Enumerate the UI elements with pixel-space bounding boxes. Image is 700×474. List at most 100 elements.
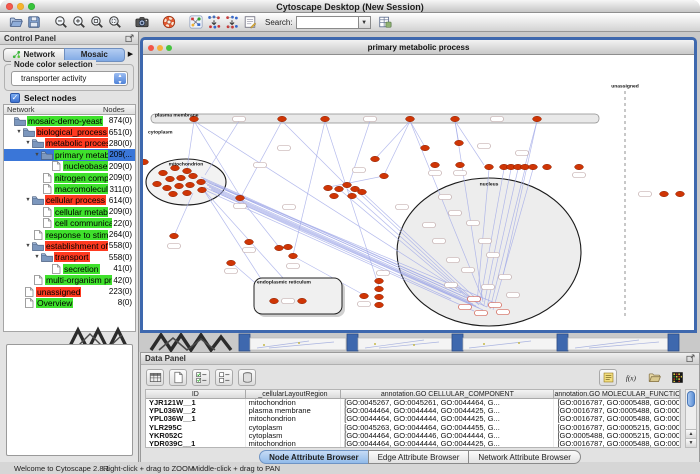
network-node[interactable] [170, 233, 179, 238]
network-node[interactable] [289, 253, 298, 258]
help-lifesaver-icon[interactable] [160, 14, 178, 31]
network-node[interactable] [169, 191, 178, 196]
network-node[interactable] [183, 190, 192, 195]
save-session-icon[interactable] [25, 14, 43, 31]
zoom-in-icon[interactable] [70, 14, 88, 31]
network-node[interactable] [421, 145, 430, 150]
table-row[interactable]: YPL036W__2plasma membrane[GO:0044464, GO… [146, 407, 680, 415]
network-node[interactable] [660, 191, 669, 196]
scroll-up-icon[interactable]: ▲ [686, 429, 696, 438]
tree-column-nodes[interactable]: Nodes [103, 105, 135, 114]
expand-arrow-icon[interactable]: ▼ [15, 129, 23, 135]
tree-item[interactable]: nucleobase-209(0) [4, 161, 135, 172]
network-node[interactable] [278, 116, 287, 121]
close-view-icon[interactable] [148, 45, 154, 51]
expand-arrow-icon[interactable]: ▼ [24, 140, 32, 146]
network-node[interactable] [348, 193, 357, 198]
network-node[interactable] [324, 185, 333, 190]
delete-attribute-icon[interactable] [238, 369, 256, 386]
tree-item[interactable]: ▼primary metabol209(... [4, 149, 135, 160]
snapshot-camera-icon[interactable] [133, 14, 151, 31]
search-dropdown-icon[interactable]: ▼ [358, 16, 371, 29]
network-node[interactable] [330, 193, 339, 198]
network-node[interactable] [298, 298, 307, 303]
import-attributes-icon[interactable] [599, 369, 617, 386]
tree-item[interactable]: ▼cellular process614(0) [4, 195, 135, 206]
tab-node-attribute-browser[interactable]: Node Attribute Browser [259, 450, 369, 464]
network-node[interactable] [375, 294, 384, 299]
column-header[interactable]: ID [146, 390, 246, 399]
layout-alt-tool-icon[interactable] [223, 14, 241, 31]
network-node[interactable] [198, 187, 207, 192]
tree-item[interactable]: ▼metabolic process280(0) [4, 138, 135, 149]
network-canvas[interactable]: plasma membrane cytoplasm mitochondrion … [143, 55, 694, 330]
network-node[interactable] [159, 170, 168, 175]
network-node[interactable] [456, 162, 465, 167]
birds-eye-view[interactable] [6, 344, 133, 456]
new-attribute-icon[interactable] [169, 369, 187, 386]
expand-arrow-icon[interactable]: ▼ [24, 197, 32, 203]
network-node[interactable] [166, 176, 175, 181]
network-node[interactable] [175, 183, 184, 188]
network-node[interactable] [406, 116, 415, 121]
scrollbar-thumb[interactable] [687, 391, 695, 407]
tree-item[interactable]: secretion41(0) [4, 263, 135, 274]
attribute-table-icon[interactable] [146, 369, 164, 386]
network-node[interactable] [371, 156, 380, 161]
tree-item[interactable]: Overview8(0) [4, 297, 135, 308]
column-header[interactable]: annotation.GO CELLULAR_COMPONENT [341, 390, 554, 399]
network-node[interactable] [375, 302, 384, 307]
search-input[interactable] [296, 16, 358, 29]
expand-arrow-icon[interactable]: ▼ [24, 243, 32, 249]
network-node[interactable] [451, 116, 460, 121]
formula-fx-icon[interactable]: f(x) [622, 369, 640, 386]
tree-item[interactable]: multi-organism pro42(0) [4, 274, 135, 285]
unselect-attributes-icon[interactable] [215, 369, 233, 386]
tree-item[interactable]: ▼establishment of lo558(0) [4, 240, 135, 251]
tree-item[interactable]: response to stimulu264(0) [4, 229, 135, 240]
network-node[interactable] [163, 185, 172, 190]
tree-column-network[interactable]: Network [4, 105, 103, 114]
table-row[interactable]: YDR039C__1mitochondrion[GO:0044464, GO:0… [146, 440, 680, 448]
expand-arrow-icon[interactable]: ▼ [33, 152, 41, 158]
network-node[interactable] [153, 181, 162, 186]
zoom-selected-icon[interactable] [106, 14, 124, 31]
network-window-titlebar[interactable]: primary metabolic process [143, 40, 694, 55]
layout-tool-icon[interactable] [205, 14, 223, 31]
node-color-dropdown[interactable]: transporter activity ▲▼ [11, 71, 128, 86]
network-node[interactable] [360, 293, 369, 298]
tab-edge-attribute-browser[interactable]: Edge Attribute Browser [368, 450, 470, 464]
load-attributes-folder-icon[interactable] [645, 369, 663, 386]
zoom-out-icon[interactable] [52, 14, 70, 31]
network-node[interactable] [189, 173, 198, 178]
float-panel-icon[interactable] [125, 34, 134, 43]
network-node[interactable] [335, 186, 344, 191]
network-node[interactable] [227, 260, 236, 265]
expand-arrow-icon[interactable]: ▼ [33, 254, 41, 260]
network-node[interactable] [177, 175, 186, 180]
table-scrollbar[interactable]: ▲ ▼ [685, 389, 697, 448]
table-row[interactable]: YJR121W__1mitochondrion[GO:0045267, GO:0… [146, 399, 680, 407]
network-node[interactable] [321, 116, 330, 121]
network-node[interactable] [676, 191, 685, 196]
network-node[interactable] [343, 182, 352, 187]
network-node[interactable] [380, 173, 389, 178]
network-node[interactable] [521, 164, 530, 169]
zoom-fit-icon[interactable] [88, 14, 106, 31]
network-node[interactable] [236, 195, 245, 200]
minimize-view-icon[interactable] [157, 45, 163, 51]
float-panel-icon[interactable] [686, 354, 695, 363]
network-node[interactable] [543, 164, 552, 169]
scroll-down-icon[interactable]: ▼ [686, 438, 696, 447]
network-node[interactable] [533, 116, 542, 121]
annotation-icon[interactable] [241, 14, 259, 31]
select-nodes-checkbox[interactable]: ✓ [10, 93, 20, 103]
column-header[interactable]: _cellularLayoutRegion [246, 390, 342, 399]
tree-item[interactable]: ▼transport558(0) [4, 252, 135, 263]
import-table-icon[interactable] [376, 14, 394, 31]
network-node[interactable] [455, 140, 464, 145]
network-node[interactable] [575, 164, 584, 169]
vizmapper-network-icon[interactable] [187, 14, 205, 31]
tree-item[interactable]: mosaic-demo-yeast874(0) [4, 115, 135, 126]
select-attributes-icon[interactable] [192, 369, 210, 386]
